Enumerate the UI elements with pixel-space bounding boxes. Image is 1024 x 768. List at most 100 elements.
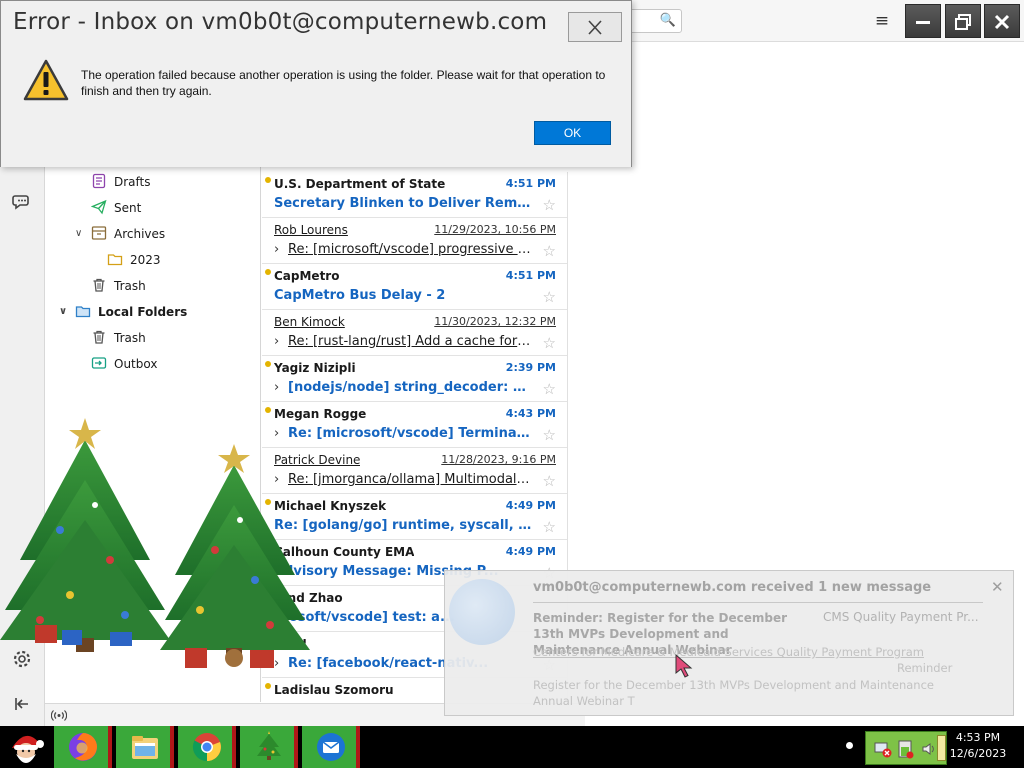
message-row[interactable]: Yagiz Nizipli 2:39 PM › [nodejs/node] strin… <box>262 356 567 402</box>
notification-sender: CMS Quality Payment Pr... <box>823 610 979 624</box>
restore-button[interactable] <box>945 4 981 38</box>
message-subject-text: Re: [rust-lang/rust] Add a cache for con… <box>288 334 532 349</box>
folder-label: Outbox <box>114 357 158 371</box>
message-date: 4:51 PM <box>505 269 556 282</box>
message-sender: CapMetro <box>274 269 340 283</box>
star-icon[interactable]: ☆ <box>543 242 556 260</box>
settings-gear-icon[interactable] <box>12 649 32 669</box>
message-subject-text: [nodejs/node] string_decoder: deprec... <box>288 380 532 395</box>
folder-archives[interactable]: ∨ Archives <box>75 222 165 246</box>
taskbar-thunderbird[interactable] <box>302 726 360 768</box>
search-input[interactable]: 🔍 <box>624 9 682 33</box>
taskbar-file-explorer[interactable] <box>116 726 174 768</box>
clock-date: 12/6/2023 <box>949 747 1007 760</box>
battery-icon[interactable] <box>896 738 916 760</box>
clock-time: 4:53 PM <box>955 731 1001 744</box>
notification-body-line: Centers for Medicare & Medicaid Services… <box>533 645 924 659</box>
star-icon[interactable]: ☆ <box>543 518 556 536</box>
network-error-icon[interactable] <box>874 740 892 758</box>
app-menu-button[interactable]: ≡ <box>870 10 894 32</box>
message-sender: Yagiz Nizipli <box>274 361 356 375</box>
message-subject: ›Re: [microsoft/vscode] Terminal quic... <box>274 426 532 441</box>
thread-chevron-icon[interactable]: › <box>274 656 288 671</box>
message-row[interactable]: CapMetro 4:51 PM CapMetro Bus Delay - 2 ☆ <box>262 264 567 310</box>
notes-tray-icon[interactable] <box>937 735 946 761</box>
online-status-icon[interactable] <box>51 709 67 722</box>
thread-chevron-icon[interactable]: › <box>274 472 288 487</box>
tray-indicator[interactable] <box>846 742 853 749</box>
start-santa-icon[interactable] <box>4 728 48 766</box>
message-subject-text: Re: [golang/go] runtime, syscall, x/sys/… <box>274 518 532 533</box>
star-icon[interactable]: ☆ <box>543 380 556 398</box>
message-subject: › Re: [jmorganca/ollama] Multimodal sup..… <box>274 472 532 487</box>
folder-trash[interactable]: Trash <box>91 274 146 298</box>
folder-2023[interactable]: 2023 <box>107 248 161 272</box>
mouse-cursor-icon <box>675 654 693 678</box>
folder-sent[interactable]: Sent <box>91 196 141 220</box>
star-icon[interactable]: ☆ <box>543 288 556 306</box>
folder-local-folders[interactable]: ∨ Local Folders <box>59 300 188 324</box>
folder-drafts[interactable]: Drafts <box>91 170 151 194</box>
star-icon[interactable]: ☆ <box>543 472 556 490</box>
error-dialog: Error - Inbox on vm0b0t@computernewb.com… <box>0 0 632 167</box>
folder-label: Sent <box>114 201 142 215</box>
message-row[interactable]: Ben Kimock 11/30/2023, 12:32 PM › Re: [rust… <box>262 310 567 356</box>
chat-icon[interactable] <box>12 192 32 212</box>
chevron-down-icon[interactable]: ∨ <box>75 222 82 246</box>
taskbar-firefox[interactable] <box>54 726 112 768</box>
thread-chevron-icon[interactable]: › <box>274 380 288 395</box>
thread-chevron-icon[interactable]: › <box>274 334 288 349</box>
message-row[interactable]: Rob Lourens 11/29/2023, 10:56 PM › Re: [mic… <box>262 218 567 264</box>
message-sender: Patrick Devine <box>274 453 361 467</box>
trash-icon <box>93 330 105 344</box>
dialog-message: The operation failed because another ope… <box>81 68 606 98</box>
message-date: 11/30/2023, 12:32 PM <box>434 315 556 328</box>
close-icon[interactable]: ✕ <box>991 578 1004 596</box>
close-window-button[interactable] <box>984 4 1020 38</box>
message-subject: › Re: [rust-lang/rust] Add a cache for co… <box>274 334 532 349</box>
dialog-close-button[interactable] <box>568 12 622 42</box>
new-mail-notification[interactable]: vm0b0t@computernewb.com received 1 new m… <box>444 570 1014 716</box>
thread-chevron-icon[interactable]: › <box>274 426 288 441</box>
message-date: 4:49 PM <box>505 545 556 558</box>
unread-dot-icon <box>265 499 271 505</box>
star-icon[interactable]: ☆ <box>543 426 556 444</box>
message-subject-text: Re: [jmorganca/ollama] Multimodal sup... <box>288 472 532 487</box>
notification-body-line: Register for the December 13th MVPs Deve… <box>533 678 934 708</box>
message-date: 4:43 PM <box>505 407 556 420</box>
folder-label: Local Folders <box>98 305 188 319</box>
collapse-toolbar-icon[interactable] <box>12 694 32 714</box>
ok-button[interactable]: OK <box>534 121 611 145</box>
unread-dot-icon <box>265 683 271 689</box>
folder-outbox[interactable]: Outbox <box>91 352 157 376</box>
message-row[interactable]: Megan Rogge 4:43 PM › Re: [microsoft/vscode… <box>262 402 567 448</box>
unread-dot-icon <box>265 637 271 643</box>
message-date: 4:49 PM <box>505 499 556 512</box>
volume-icon[interactable] <box>921 741 937 757</box>
search-icon[interactable]: 🔍 <box>660 13 676 28</box>
star-icon[interactable]: ☆ <box>543 334 556 352</box>
folder-icon <box>107 254 123 266</box>
sent-icon <box>91 199 107 215</box>
thunderbird-logo-icon <box>449 579 515 645</box>
thread-chevron-icon[interactable]: › <box>274 242 288 257</box>
message-date: 2:39 PM <box>505 361 556 374</box>
message-row[interactable]: Patrick Devine 11/28/2023, 9:16 PM › Re: [j… <box>262 448 567 494</box>
taskbar-christmas-tree[interactable] <box>240 726 298 768</box>
taskbar-chrome[interactable] <box>178 726 236 768</box>
message-row[interactable]: U.S. Department of State 4:51 PM Secretary… <box>262 172 567 218</box>
message-row[interactable]: Michael Knyszek 4:49 PM Re: [golang/go] ru… <box>262 494 567 540</box>
christmas-tree-icon <box>257 731 281 760</box>
unread-dot-icon <box>265 361 271 367</box>
star-icon[interactable]: ☆ <box>543 196 556 214</box>
dialog-title: Error - Inbox on vm0b0t@computernewb.com <box>13 9 548 35</box>
folder-local-trash[interactable]: Trash <box>91 326 146 350</box>
unread-dot-icon <box>265 269 271 275</box>
message-sender: Rob Lourens <box>274 223 348 237</box>
local-folders-icon <box>75 306 91 318</box>
chevron-down-icon[interactable]: ∨ <box>59 300 67 324</box>
minimize-button[interactable] <box>905 4 941 38</box>
taskbar-clock[interactable]: 4:53 PM 12/6/2023 <box>948 730 1008 762</box>
archives-icon <box>91 226 107 240</box>
message-sender: Ladislau Szomoru <box>274 683 394 697</box>
